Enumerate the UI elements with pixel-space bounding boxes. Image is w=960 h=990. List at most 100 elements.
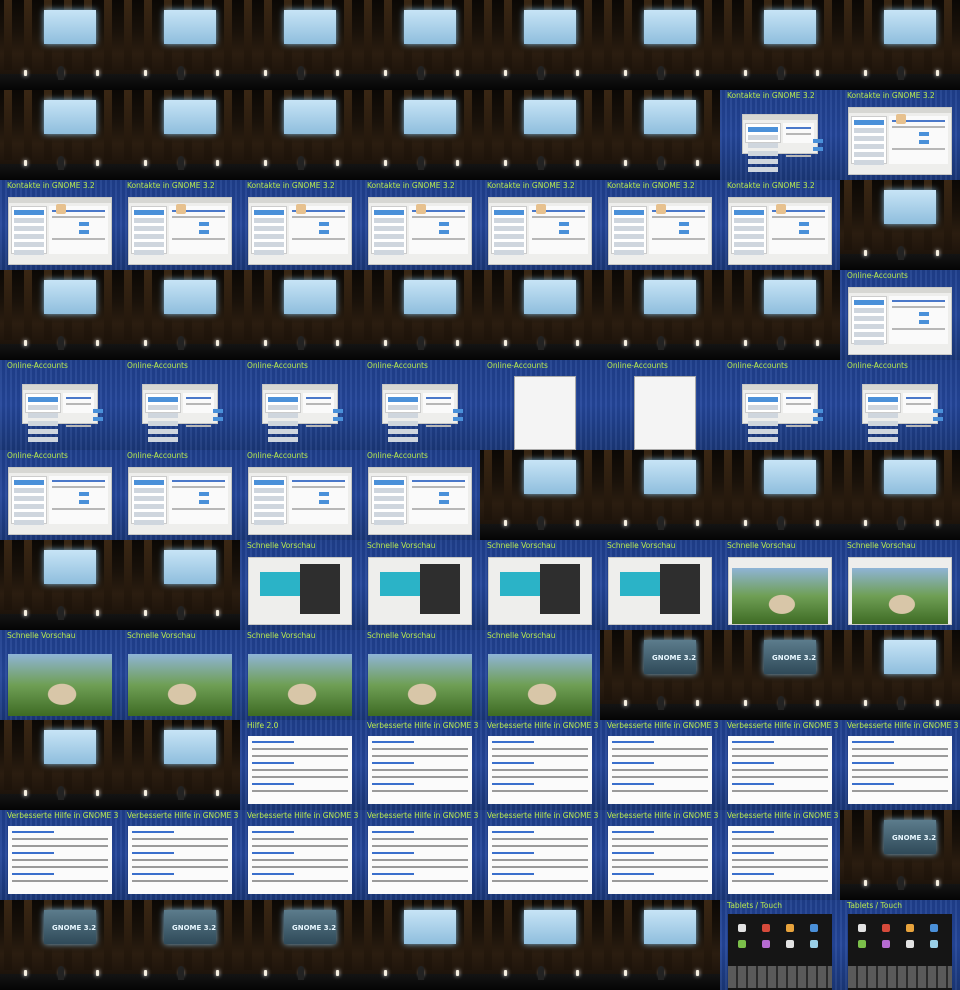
stage-light: [456, 970, 459, 976]
wall-panel: [364, 270, 372, 340]
slide-thumbnail: Verbesserte Hilfe in GNOME 3: [480, 810, 600, 900]
projection-screen: [884, 640, 936, 674]
screen-text: GNOME 3.2: [292, 924, 337, 932]
titlebar: [23, 385, 97, 390]
slide-title: Online-Accounts: [367, 451, 428, 460]
lecture-hall-thumbnail: [480, 90, 600, 180]
slide-title: Verbesserte Hilfe in GNOME 3: [7, 811, 119, 820]
lecture-hall-thumbnail: [0, 0, 120, 90]
speaker: [58, 66, 64, 80]
slide-title: Online-Accounts: [7, 361, 68, 370]
slide-title: Verbesserte Hilfe in GNOME 3: [487, 811, 599, 820]
speaker: [178, 966, 184, 980]
wall-panel: [844, 180, 852, 250]
wall-panel: [224, 90, 232, 160]
slide-title: Schnelle Vorschau: [247, 541, 316, 550]
projection-screen: [44, 730, 96, 764]
slide-thumbnail: Schnelle Vorschau: [240, 630, 360, 720]
stage-light: [864, 520, 867, 526]
stage-light: [216, 340, 219, 346]
slide-thumbnail: Tablets / Touch: [720, 900, 840, 990]
projection-screen: [644, 100, 696, 134]
wall-panel: [584, 90, 592, 160]
help-window: [608, 736, 712, 804]
app-icon: [930, 924, 938, 932]
stage-light: [576, 160, 579, 166]
slide-title: Kontakte in GNOME 3.2: [847, 91, 935, 100]
app-icon: [882, 940, 890, 948]
slide-thumbnail: Schnelle Vorschau: [360, 540, 480, 630]
speaker: [418, 156, 424, 170]
preview-image: [260, 572, 304, 596]
stage-light: [216, 160, 219, 166]
lecture-hall-thumbnail: GNOME 3.2: [840, 810, 960, 900]
speaker: [178, 66, 184, 80]
slide-title: Tablets / Touch: [727, 901, 783, 910]
slide-thumbnail: Verbesserte Hilfe in GNOME 3: [360, 720, 480, 810]
sidebar-list: [745, 393, 781, 442]
on-screen-keyboard: [848, 966, 952, 988]
titlebar: [849, 288, 951, 293]
slide-title: Online-Accounts: [247, 451, 308, 460]
wall-panel: [24, 900, 32, 970]
slide-thumbnail: Hilfe 2.0: [240, 720, 360, 810]
wall-panel: [604, 0, 612, 70]
help-window: [368, 736, 472, 804]
slide-title: Schnelle Vorschau: [607, 541, 676, 550]
stage-light: [96, 790, 99, 796]
projection-screen: [884, 190, 936, 224]
wall-panel: [4, 90, 12, 160]
sidebar-list: [865, 393, 901, 442]
detail-pane: [63, 393, 103, 427]
titlebar: [743, 385, 817, 390]
on-screen-keyboard: [728, 966, 832, 988]
stage-light: [816, 520, 819, 526]
lecture-hall-thumbnail: [0, 540, 120, 630]
detail-pane: [183, 393, 223, 427]
sidebar-list: [371, 206, 407, 255]
screen-text: GNOME 3.2: [652, 654, 697, 662]
stage-light: [24, 790, 27, 796]
stage-light: [504, 70, 507, 76]
projection-screen: [644, 10, 696, 44]
speaker: [298, 66, 304, 80]
wall-panel: [504, 270, 512, 340]
contact-avatar: [776, 204, 786, 214]
preview-panel: [420, 564, 460, 614]
speaker: [898, 516, 904, 530]
preview-image: [380, 572, 424, 596]
detail-pane: [409, 476, 468, 524]
wall-panel: [364, 900, 372, 970]
wall-panel: [124, 900, 132, 970]
stage-light: [144, 970, 147, 976]
slide-thumbnail: Verbesserte Hilfe in GNOME 3: [600, 810, 720, 900]
speaker: [778, 696, 784, 710]
stage-light: [744, 700, 747, 706]
slide-title: Verbesserte Hilfe in GNOME 3: [247, 811, 359, 820]
lecture-hall-thumbnail: [720, 450, 840, 540]
stage-light: [696, 700, 699, 706]
wall-panel: [4, 540, 12, 610]
wall-panel: [744, 630, 752, 700]
stage-light: [816, 70, 819, 76]
detail-pane: [303, 393, 343, 427]
wall-panel: [224, 540, 232, 610]
titlebar: [743, 115, 817, 120]
detail-pane: [889, 296, 948, 344]
projection-screen: [644, 280, 696, 314]
stage-light: [384, 160, 387, 166]
wall-panel: [364, 90, 372, 160]
slide-title: Online-Accounts: [127, 361, 188, 370]
lecture-hall-thumbnail: [240, 90, 360, 180]
wall-panel: [244, 90, 252, 160]
preview-panel: [660, 564, 700, 614]
lecture-hall-thumbnail: [120, 540, 240, 630]
slide-title: Online-Accounts: [727, 361, 788, 370]
lecture-hall-thumbnail: [480, 0, 600, 90]
wall-panel: [704, 0, 712, 70]
slide-title: Verbesserte Hilfe in GNOME 3: [367, 721, 479, 730]
wall-panel: [504, 900, 512, 970]
stage-light: [936, 520, 939, 526]
video-preview: [488, 654, 592, 716]
wall-panel: [24, 90, 32, 160]
